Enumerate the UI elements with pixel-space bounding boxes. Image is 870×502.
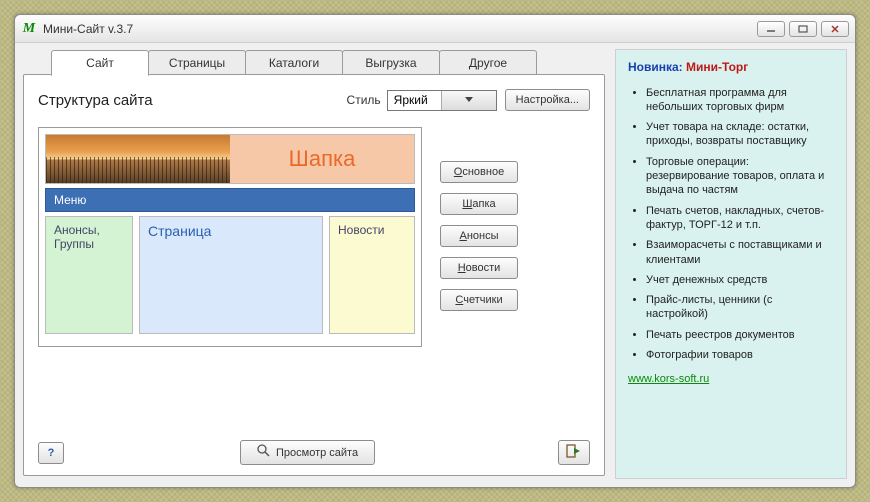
preview-site-label: Просмотр сайта xyxy=(276,447,358,459)
style-value: Яркий xyxy=(388,93,442,107)
announces-block: Анонсы, Группы xyxy=(45,216,133,334)
promo-feature: Печать реестров документов xyxy=(646,328,834,342)
promo-feature: Прайс-листы, ценники (с настройкой) xyxy=(646,293,834,322)
preview-site-button[interactable]: Просмотр сайта xyxy=(240,440,375,465)
promo-panel: Новинка: Мини-Торг Бесплатная программа … xyxy=(615,49,847,479)
tab-catalogs[interactable]: Каталоги xyxy=(245,50,343,75)
chevron-down-icon xyxy=(441,91,496,110)
menu-block: Меню xyxy=(45,188,415,212)
tab-export[interactable]: Выгрузка xyxy=(342,50,440,75)
promo-feature: Учет денежных средств xyxy=(646,273,834,287)
exit-icon xyxy=(566,444,582,461)
header-button[interactable]: Шапка xyxy=(440,193,518,215)
page-heading: Структура сайта xyxy=(38,92,153,109)
tabstrip: Сайт Страницы Каталоги Выгрузка Другое xyxy=(51,50,605,75)
exit-button[interactable] xyxy=(558,440,590,465)
promo-feature: Взаиморасчеты с поставщиками и клиентами xyxy=(646,238,834,267)
help-button[interactable]: ? xyxy=(38,442,64,464)
page-block: Страница xyxy=(139,216,323,334)
site-structure-preview: Шапка Меню Анонсы, Группы Страница Новос… xyxy=(38,127,422,347)
maximize-button[interactable] xyxy=(789,21,817,37)
promo-feature: Учет товара на складе: остатки, приходы,… xyxy=(646,120,834,149)
main-button[interactable]: Основное xyxy=(440,161,518,183)
promo-link[interactable]: www.kors-soft.ru xyxy=(628,373,709,385)
announces-button[interactable]: Анонсы xyxy=(440,225,518,247)
magnifier-icon xyxy=(257,444,271,461)
style-label: Стиль xyxy=(347,93,381,107)
tab-panel-site: Структура сайта Стиль Яркий Настройка... xyxy=(23,74,605,476)
settings-button[interactable]: Настройка... xyxy=(505,89,590,111)
header-image-preview xyxy=(46,135,230,183)
tab-site[interactable]: Сайт xyxy=(51,50,149,76)
news-button[interactable]: Новости xyxy=(440,257,518,279)
tab-pages[interactable]: Страницы xyxy=(148,50,246,75)
style-combobox[interactable]: Яркий xyxy=(387,90,497,111)
promo-feature: Фотографии товаров xyxy=(646,348,834,362)
promo-product: Мини-Торг xyxy=(686,60,748,74)
app-icon: M xyxy=(21,21,37,37)
close-button[interactable] xyxy=(821,21,849,37)
promo-feature-list: Бесплатная программа для небольших торго… xyxy=(628,86,834,363)
promo-label: Новинка: xyxy=(628,60,686,74)
promo-feature: Торговые операции: резервирование товаро… xyxy=(646,155,834,198)
tab-other[interactable]: Другое xyxy=(439,50,537,75)
header-block: Шапка xyxy=(230,135,414,183)
minimize-button[interactable] xyxy=(757,21,785,37)
counters-button[interactable]: Счетчики xyxy=(440,289,518,311)
promo-feature: Бесплатная программа для небольших торго… xyxy=(646,86,834,115)
titlebar[interactable]: M Мини-Сайт v.3.7 xyxy=(15,15,855,43)
app-window: M Мини-Сайт v.3.7 Сайт Страницы Каталоги… xyxy=(14,14,856,488)
news-block: Новости xyxy=(329,216,415,334)
window-title: Мини-Сайт v.3.7 xyxy=(43,22,133,36)
promo-feature: Печать счетов, накладных, счетов-фактур,… xyxy=(646,204,834,233)
